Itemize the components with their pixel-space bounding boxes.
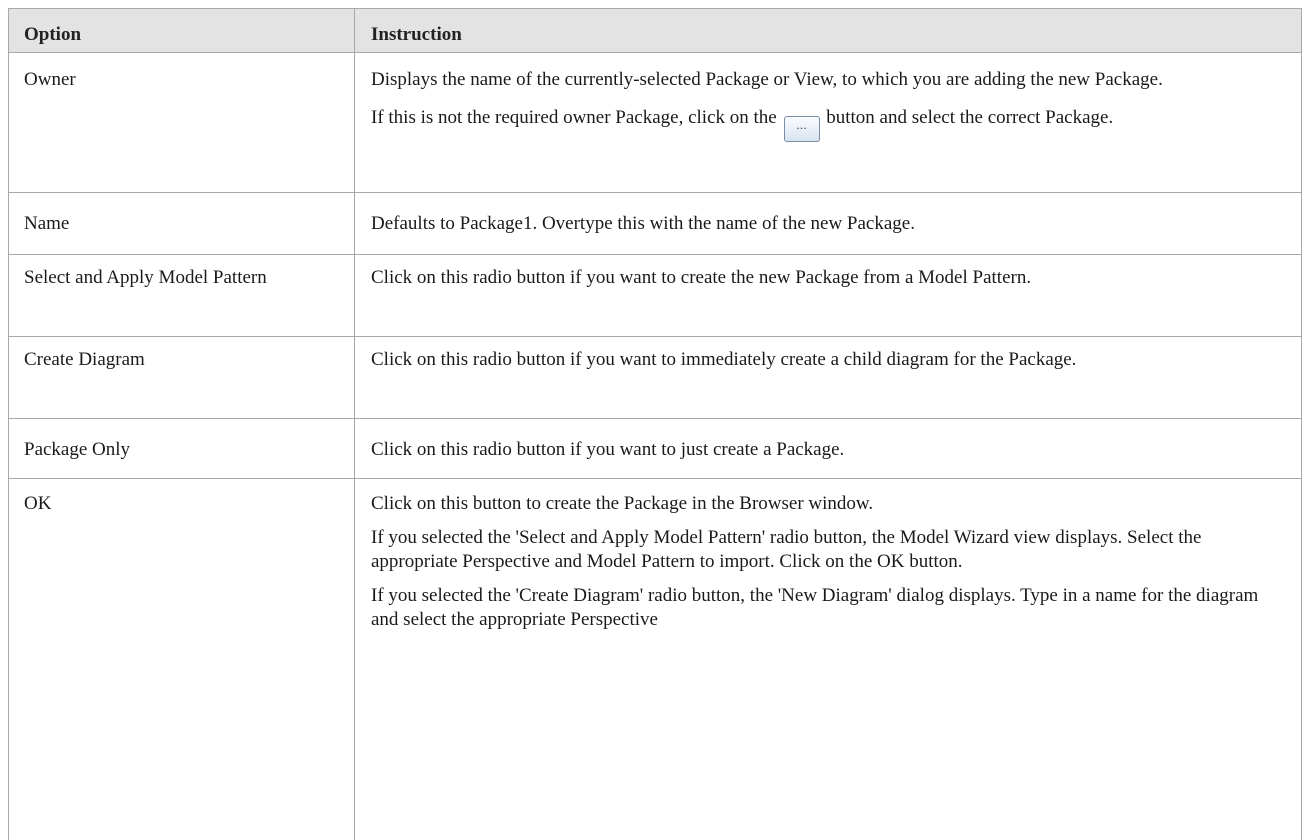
table-row: Name Defaults to Package1. Overtype this… [8,192,1302,255]
option-cell: Package Only [24,439,131,460]
instruction-text: Displays the name of the currently-selec… [371,69,1163,90]
instruction-text: If you selected the 'Select and Apply Mo… [371,527,1202,572]
instruction-cell: Displays the name of the currently-selec… [371,68,1276,142]
browse-ellipsis-button[interactable]: ... [783,116,820,142]
instruction-cell: Click on this button to create the Packa… [371,492,1276,632]
table-row: Create Diagram Click on this radio butto… [8,336,1302,419]
header-option: Option [24,24,82,45]
header-instruction: Instruction [371,24,462,45]
option-cell: Create Diagram [24,349,145,370]
instruction-cell: Defaults to Package1. Overtype this with… [371,213,915,234]
instruction-cell: Click on this radio button if you want t… [371,267,1032,288]
instruction-text: If this is not the required owner Packag… [371,107,777,128]
table-row: OK Click on this button to create the Pa… [8,478,1302,840]
table-header: Option Instruction [8,8,1302,53]
instruction-cell: Click on this radio button if you want t… [371,349,1077,370]
option-cell: Name [24,213,70,234]
table-row: Package Only Click on this radio button … [8,418,1302,479]
table-row: Owner Displays the name of the currently… [8,52,1302,193]
instruction-text: If you selected the 'Create Diagram' rad… [371,585,1259,630]
option-cell: OK [24,493,52,514]
instruction-text-with-button: If this is not the required owner Packag… [371,106,1276,142]
instruction-text: button and select the correct Package. [826,107,1114,128]
option-cell: Owner [24,69,76,90]
option-cell: Select and Apply Model Pattern [24,267,267,288]
instruction-cell: Click on this radio button if you want t… [371,439,845,460]
table-row: Select and Apply Model Pattern Click on … [8,254,1302,337]
instruction-text: Click on this button to create the Packa… [371,493,874,514]
